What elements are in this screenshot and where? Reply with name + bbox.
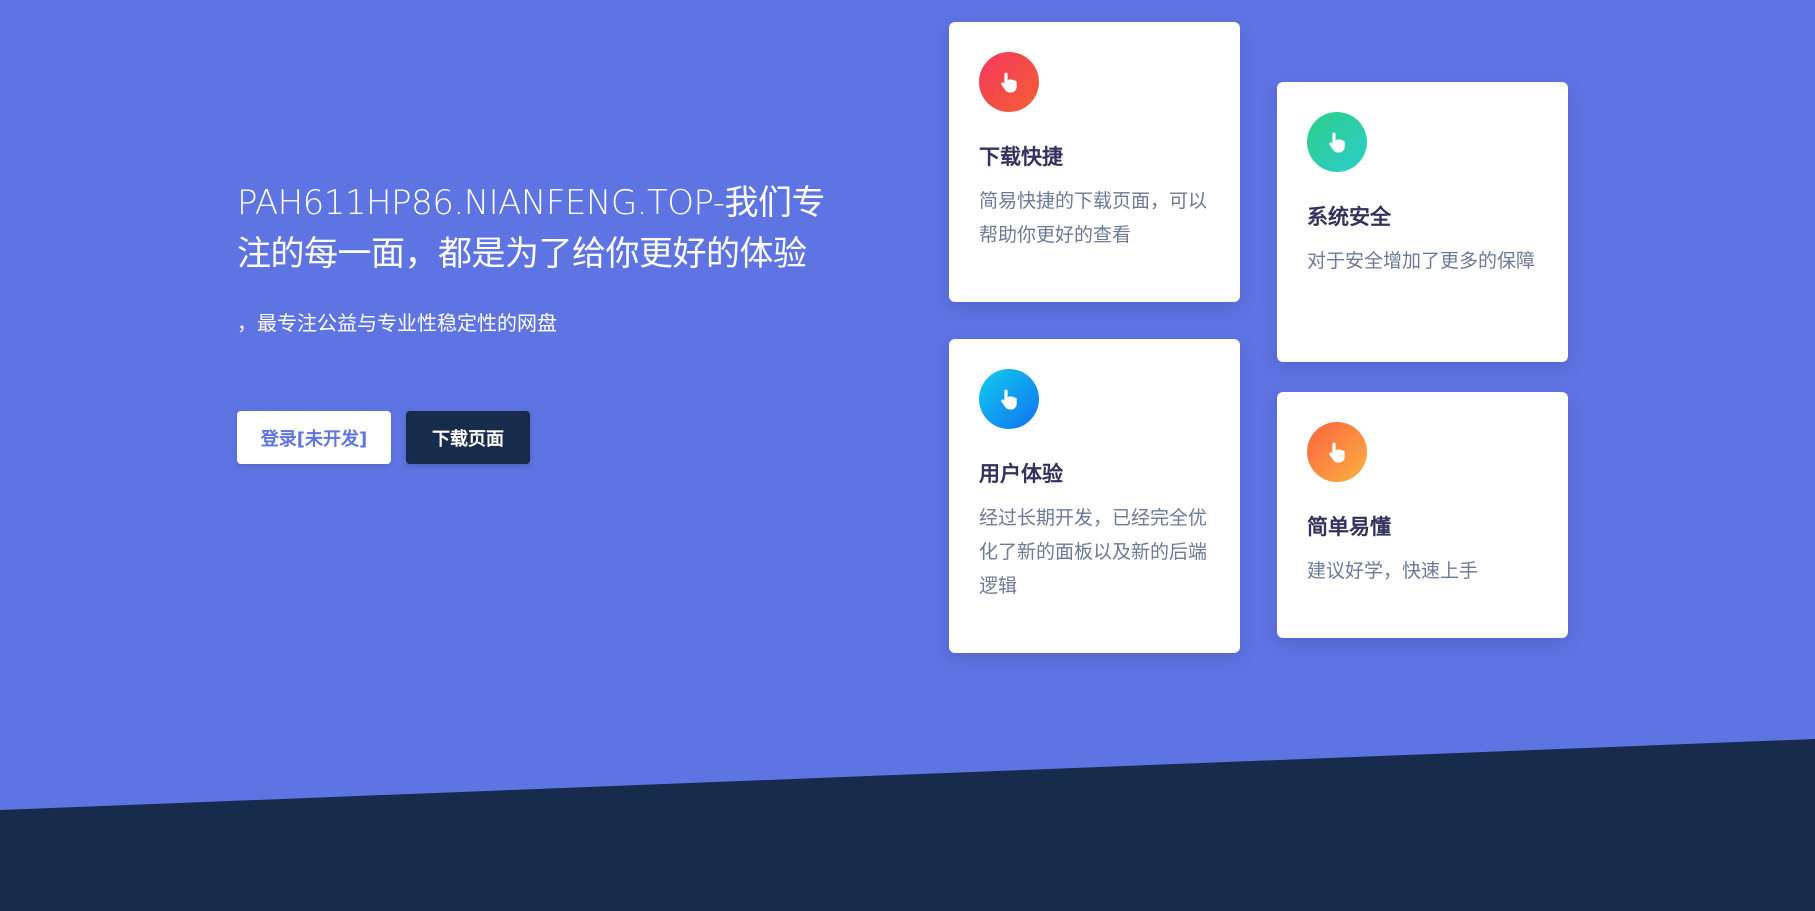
feature-card-user-experience: 用户体验 经过长期开发，已经完全优化了新的面板以及新的后端逻辑 (949, 339, 1240, 653)
hand-pointer-icon (979, 52, 1039, 112)
feature-title: 简单易懂 (1307, 515, 1391, 539)
feature-description: 简易快捷的下载页面，可以帮助你更好的查看 (979, 190, 1208, 246)
feature-description: 对于安全增加了更多的保障 (1307, 250, 1536, 272)
download-page-button[interactable]: 下载页面 (406, 411, 530, 464)
feature-description: 建议好学，快速上手 (1307, 560, 1479, 582)
hand-pointer-icon (1307, 112, 1367, 172)
feature-title: 系统安全 (1307, 205, 1391, 229)
feature-description: 经过长期开发，已经完全优化了新的面板以及新的后端逻辑 (979, 507, 1208, 597)
feature-card-security: 系统安全 对于安全增加了更多的保障 (1277, 82, 1568, 362)
hero-headline: PAH611HP86.NIANFENG.TOP-我们专注的每一面，都是为了给你更… (237, 183, 826, 274)
feature-title: 用户体验 (979, 462, 1063, 486)
login-button[interactable]: 登录[未开发] (237, 411, 391, 464)
feature-title: 下载快捷 (979, 145, 1063, 169)
hand-pointer-icon (1307, 422, 1367, 482)
feature-card-download: 下载快捷 简易快捷的下载页面，可以帮助你更好的查看 (949, 22, 1240, 302)
hero-subtitle: ，最专注公益与专业性稳定性的网盘 (237, 311, 557, 335)
hand-pointer-icon (979, 369, 1039, 429)
feature-card-easy: 简单易懂 建议好学，快速上手 (1277, 392, 1568, 638)
